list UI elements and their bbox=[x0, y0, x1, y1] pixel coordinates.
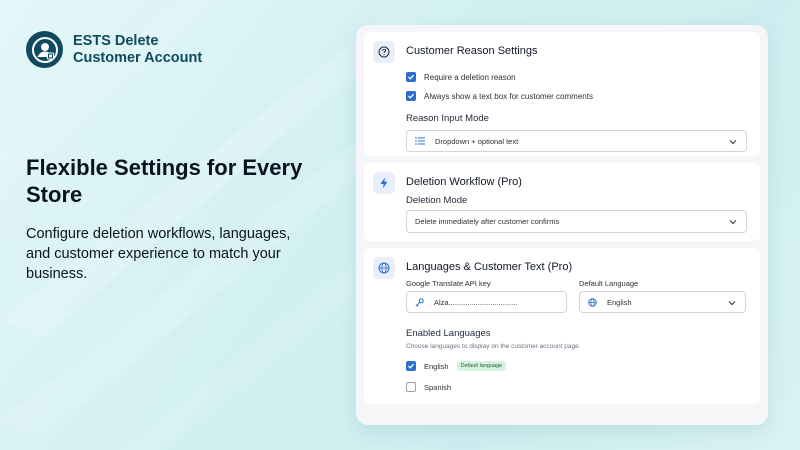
key-icon bbox=[415, 297, 424, 307]
settings-card: Customer Reason Settings Require a delet… bbox=[356, 25, 768, 425]
default-language-badge: Default language bbox=[456, 361, 507, 371]
default-language-label: Default Language bbox=[579, 279, 639, 288]
question-circle-icon bbox=[373, 41, 395, 63]
deletion-mode-select[interactable]: Delete immediately after customer confir… bbox=[406, 210, 747, 233]
list-icon bbox=[415, 137, 425, 145]
section-title: Languages & Customer Text (Pro) bbox=[406, 261, 573, 273]
chevron-down-icon bbox=[729, 218, 737, 227]
chevron-down-icon bbox=[729, 138, 737, 147]
checkbox-checked[interactable] bbox=[406, 72, 416, 82]
option-label: Require a deletion reason bbox=[424, 72, 516, 82]
api-key-label: Google Translate API key bbox=[406, 279, 491, 288]
default-language-select[interactable]: English bbox=[579, 291, 746, 313]
api-key-value: Alza................................. bbox=[434, 297, 518, 307]
languages-section: Languages & Customer Text (Pro) Google T… bbox=[364, 248, 760, 404]
hero-subtitle: Configure deletion workflows, languages,… bbox=[26, 226, 291, 282]
checkbox-checked[interactable] bbox=[406, 361, 416, 371]
reason-input-mode-select[interactable]: Dropdown + optional text bbox=[406, 130, 747, 152]
checkbox-unchecked[interactable] bbox=[406, 382, 416, 392]
comment-box-option[interactable]: Always show a text box for customer comm… bbox=[406, 91, 593, 101]
deletion-mode-label: Deletion Mode bbox=[406, 195, 468, 206]
chevron-down-icon bbox=[728, 299, 736, 308]
option-label: Always show a text box for customer comm… bbox=[424, 91, 593, 101]
enabled-languages-help: Choose languages to display on the custo… bbox=[406, 343, 581, 350]
app-logo bbox=[26, 31, 63, 68]
option-label: Spanish bbox=[424, 382, 452, 392]
api-key-input[interactable]: Alza................................. bbox=[406, 291, 567, 313]
reason-input-mode-label: Reason Input Mode bbox=[406, 113, 489, 124]
globe-icon bbox=[373, 257, 395, 279]
globe-icon bbox=[588, 297, 597, 307]
app-name: ESTS Delete Customer Account bbox=[73, 32, 203, 66]
select-value: Dropdown + optional text bbox=[435, 136, 519, 146]
option-label: English bbox=[424, 361, 449, 371]
enabled-languages-title: Enabled Languages bbox=[406, 328, 491, 339]
select-value: English bbox=[607, 297, 632, 307]
language-option-spanish[interactable]: Spanish bbox=[406, 382, 451, 392]
deletion-workflow-section: Deletion Workflow (Pro) Deletion Mode De… bbox=[364, 163, 760, 241]
section-title: Deletion Workflow (Pro) bbox=[406, 176, 522, 188]
select-value: Delete immediately after customer confir… bbox=[415, 217, 560, 226]
language-option-english[interactable]: English Default language bbox=[406, 361, 507, 371]
customer-reason-section: Customer Reason Settings Require a delet… bbox=[364, 32, 760, 156]
lightning-icon bbox=[373, 172, 395, 194]
brand-header: ESTS Delete Customer Account bbox=[26, 31, 223, 68]
section-title: Customer Reason Settings bbox=[406, 45, 538, 57]
require-reason-option[interactable]: Require a deletion reason bbox=[406, 72, 516, 82]
hero-title: Flexible Settings for Every Store bbox=[26, 155, 303, 207]
checkbox-checked[interactable] bbox=[406, 91, 416, 101]
